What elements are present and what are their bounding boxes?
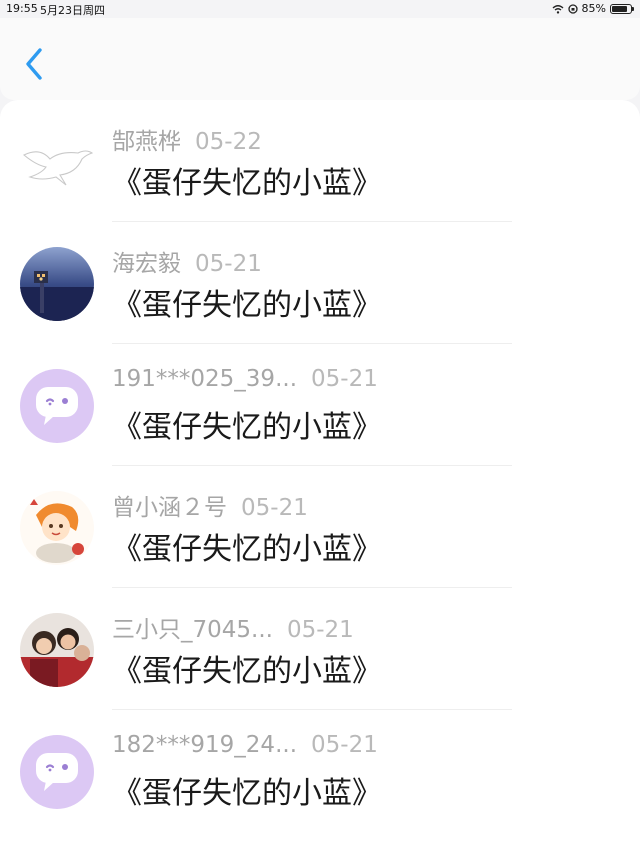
message-text: 《蛋仔失忆的小蓝》 [112,776,382,811]
sender-name: 郜燕桦 [112,129,181,155]
sender-line: 郜燕桦 05-22 [112,122,262,156]
avatar[interactable] [20,735,94,809]
message-date: 05-21 [195,251,262,277]
back-button[interactable] [18,44,52,84]
sender-name: 海宏毅 [112,251,181,277]
sender-name: 191***025_39... [112,366,297,392]
message-list: 郜燕桦 05-22 《蛋仔失忆的小蓝》 海宏毅 05-21 《蛋仔失忆的小蓝》 … [0,100,640,860]
list-item[interactable]: 海宏毅 05-21 《蛋仔失忆的小蓝》 [0,222,640,344]
sender-name: 曾小涵２号 [112,495,227,521]
list-item[interactable]: 三小只_7045... 05-21 《蛋仔失忆的小蓝》 [0,588,640,710]
bird-outline-avatar [23,150,94,186]
message-text: 《蛋仔失忆的小蓝》 [112,410,382,445]
sender-line: 海宏毅 05-21 [112,244,262,278]
battery-level-fill [612,5,628,12]
status-time: 19:55 [6,2,38,15]
avatar[interactable] [20,613,94,687]
orientation-lock-icon [567,3,578,14]
avatar[interactable] [20,369,94,443]
message-date: 05-21 [311,366,378,392]
message-text: 《蛋仔失忆的小蓝》 [112,654,382,689]
message-date: 05-21 [311,732,378,758]
message-text: 《蛋仔失忆的小蓝》 [112,166,382,201]
header [0,18,640,100]
night-pier-photo-avatar [20,247,94,321]
sender-line: 191***025_39... 05-21 [112,366,378,392]
message-text: 《蛋仔失忆的小蓝》 [112,288,382,323]
cartoon-girl-avatar [20,491,94,565]
default-chat-bubble-avatar [36,387,78,425]
message-date: 05-22 [195,129,262,155]
message-date: 05-21 [286,617,354,643]
message-text: 《蛋仔失忆的小蓝》 [112,532,382,567]
message-date: 05-21 [241,495,308,521]
status-indicators: 85% [552,2,634,15]
list-item[interactable]: 曾小涵２号 05-21 《蛋仔失忆的小蓝》 [0,466,640,588]
avatar[interactable] [20,491,94,565]
status-bar: 19:55 5月23日周四 85% [0,0,640,18]
battery-percent: 85% [581,2,606,15]
sender-line: 曾小涵２号 05-21 [112,488,308,522]
avatar[interactable] [20,247,94,321]
wifi-icon [552,4,564,14]
chevron-left-icon [26,48,42,80]
avatar[interactable] [20,125,94,199]
list-item[interactable]: 191***025_39... 05-21 《蛋仔失忆的小蓝》 [0,344,640,466]
list-item[interactable]: 郜燕桦 05-22 《蛋仔失忆的小蓝》 [0,100,640,222]
sender-line: 182***919_24... 05-21 [112,732,378,758]
status-date: 5月23日周四 [40,4,105,17]
list-item[interactable]: 182***919_24... 05-21 《蛋仔失忆的小蓝》 [0,710,640,832]
family-photo-avatar [20,613,94,687]
sender-name: 三小只_7045... [112,617,273,643]
battery-icon [610,3,634,14]
default-chat-bubble-avatar [36,753,78,791]
sender-name: 182***919_24... [112,732,297,758]
sender-line: 三小只_7045... 05-21 [112,610,354,644]
